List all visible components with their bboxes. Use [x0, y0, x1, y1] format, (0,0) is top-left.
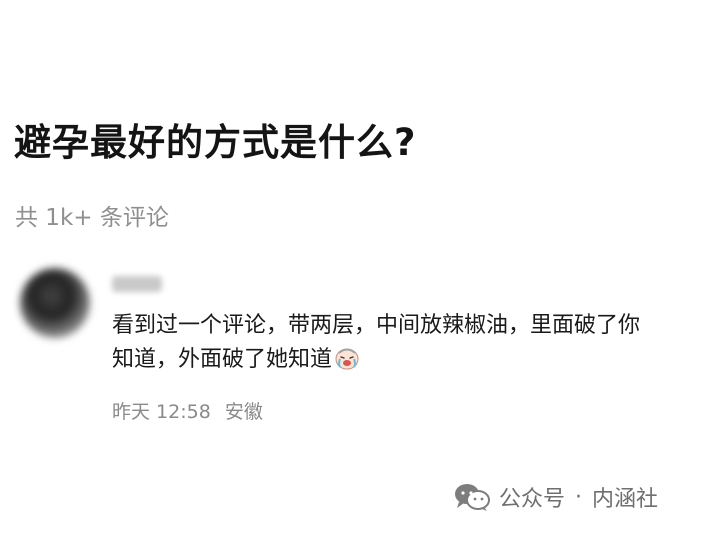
comment-time: 昨天 12:58	[112, 401, 211, 423]
wechat-icon	[455, 484, 490, 511]
comment-text-line: 知道，外面破了她知道	[112, 343, 712, 377]
avatar[interactable]	[20, 268, 90, 338]
comment-text-fragment: 知道，外面破了她知道	[112, 347, 333, 372]
watermark-account-name: 内涵社	[592, 487, 659, 512]
question-title: 避孕最好的方式是什么?	[14, 121, 417, 164]
comment-location: 安徽	[224, 401, 263, 423]
watermark-separator: ·	[575, 484, 583, 510]
username[interactable]	[112, 276, 162, 292]
watermark-account-type: 公众号	[499, 487, 566, 512]
comment-meta: 昨天 12:58 安徽	[112, 397, 263, 424]
crying-laughing-emoji-icon	[335, 348, 359, 370]
comment-text-line: 看到过一个评论，带两层，中间放辣椒油，里面破了你	[112, 313, 641, 338]
comment-count[interactable]: 共 1k+ 条评论	[15, 198, 169, 232]
watermark: 公众号 · 内涵社	[453, 481, 658, 513]
comment-text: 看到过一个评论，带两层，中间放辣椒油，里面破了你 知道，外面破了她知道	[112, 309, 712, 377]
